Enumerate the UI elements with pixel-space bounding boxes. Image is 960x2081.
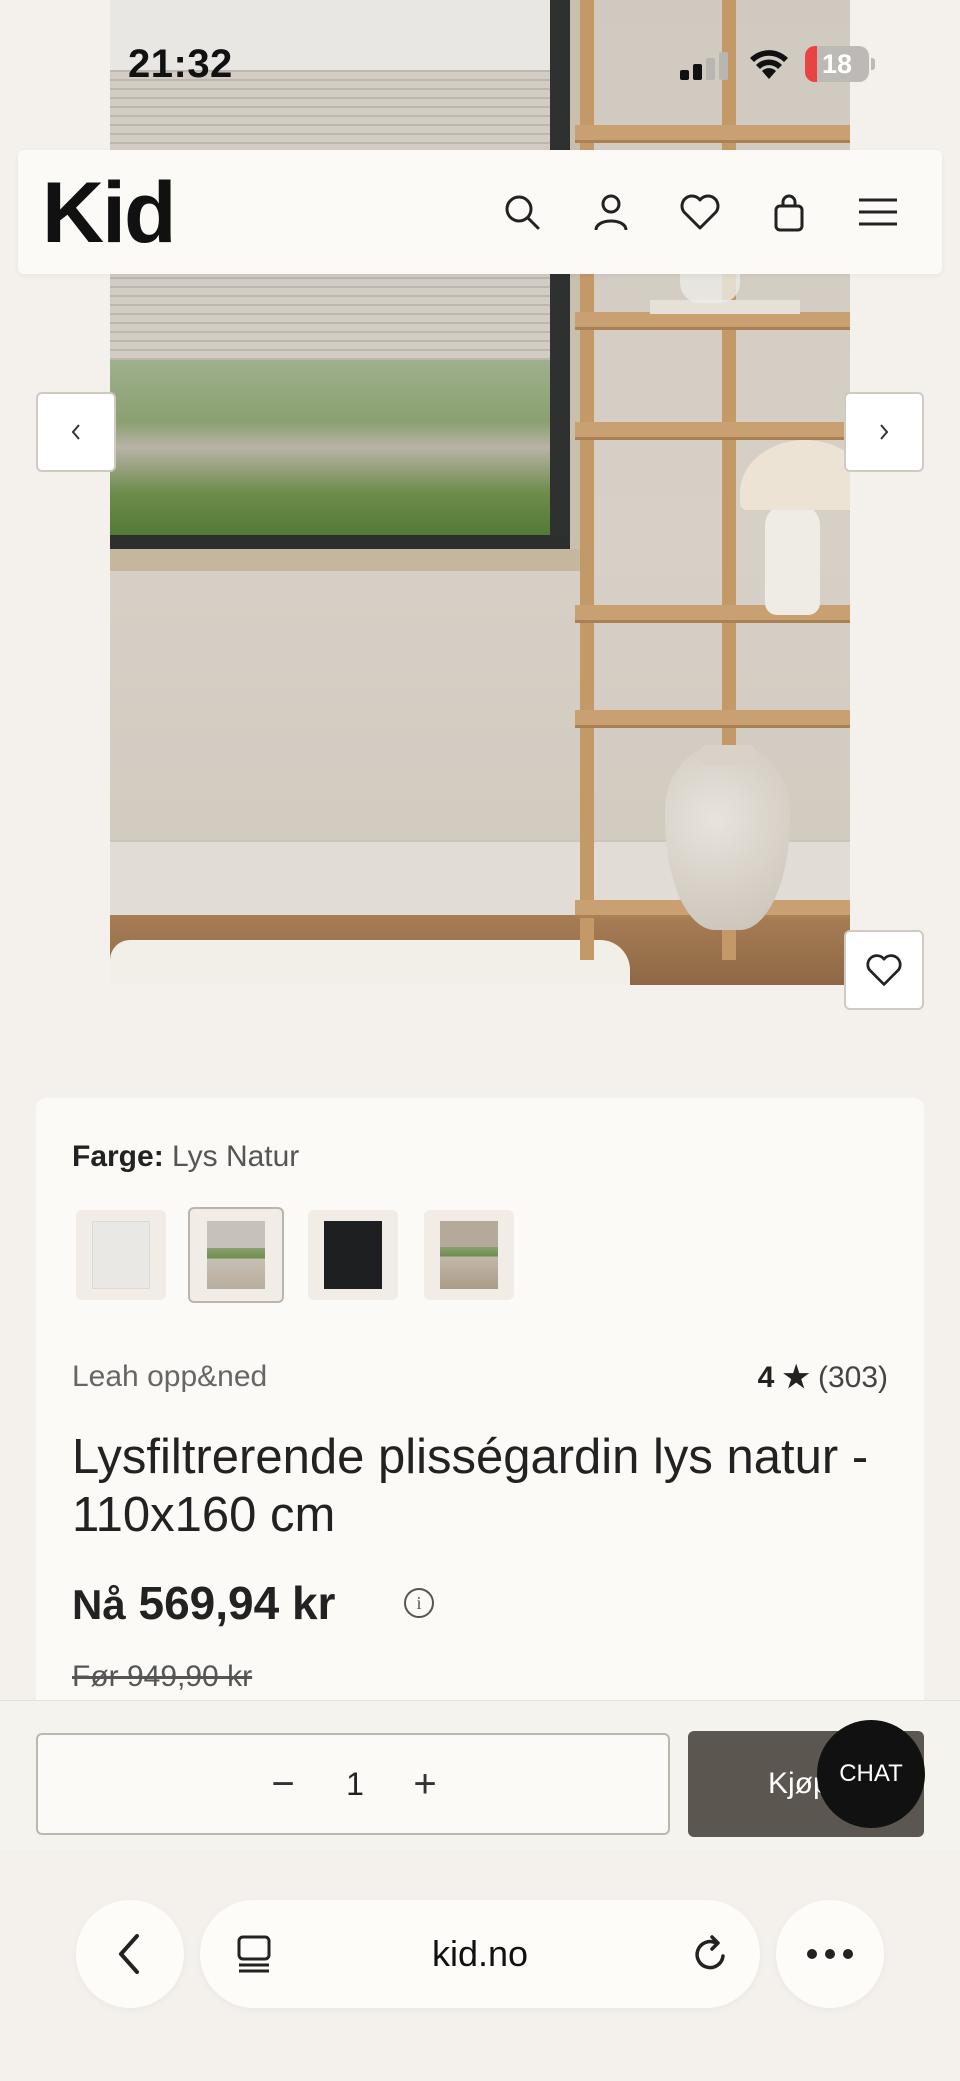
more-button[interactable]: [776, 1900, 884, 2008]
swatch-image: [440, 1221, 498, 1289]
quantity-value: 1: [346, 1766, 364, 1802]
color-swatch-lys-natur[interactable]: [188, 1207, 284, 1303]
heart-icon[interactable]: [676, 188, 724, 236]
product-title: Lysfiltrerende plisségardin lys natur - …: [72, 1430, 869, 1542]
vase: [665, 745, 790, 930]
price-value: 569,94 kr: [138, 1577, 336, 1629]
rating-value: 4: [757, 1361, 775, 1394]
url-text[interactable]: kid.no: [200, 1900, 760, 2008]
window-view: [110, 360, 550, 535]
chevron-left-icon: [71, 424, 80, 440]
back-button[interactable]: [76, 1900, 184, 2008]
old-price: Før 949,90 kr: [72, 1660, 253, 1693]
decrease-quantity-button[interactable]: −: [258, 1759, 308, 1809]
favorite-button[interactable]: [844, 930, 924, 1010]
increase-quantity-button[interactable]: +: [400, 1759, 450, 1809]
account-icon[interactable]: [587, 188, 635, 236]
shelf: [575, 312, 850, 330]
window-bottom-frame: [110, 535, 570, 549]
buy-bar: − 1 + Kjøp: [0, 1700, 960, 1850]
swatch-image: [207, 1221, 265, 1289]
rating[interactable]: 4 ★ (303): [758, 1360, 888, 1395]
next-image-button[interactable]: [844, 392, 924, 472]
swatch-image: [92, 1221, 150, 1289]
shelf: [575, 710, 850, 728]
more-icon: [807, 1949, 853, 1959]
rating-count: (303): [817, 1361, 888, 1394]
status-bar: 21:32 18: [0, 0, 960, 130]
current-price: Nå 569,94 kr: [72, 1576, 335, 1630]
search-icon[interactable]: [498, 188, 546, 236]
logo[interactable]: Kid: [42, 168, 177, 258]
browser-toolbar: kid.no: [0, 1850, 960, 2081]
chevron-right-icon: [880, 424, 889, 440]
brand-name[interactable]: Leah opp&ned: [72, 1360, 267, 1394]
shelf: [575, 422, 850, 440]
color-swatch-natur[interactable]: [424, 1210, 514, 1300]
battery-icon: 18: [805, 46, 875, 82]
star-icon: ★: [782, 1361, 810, 1394]
chat-button[interactable]: CHAT: [817, 1720, 925, 1828]
heart-icon: [866, 954, 902, 986]
battery-level: 18: [821, 49, 853, 79]
site-header: Kid: [18, 150, 942, 274]
product-image[interactable]: [110, 0, 850, 985]
back-icon: [119, 1934, 139, 1974]
menu-icon[interactable]: [854, 188, 902, 236]
color-selection-label: Farge: Lys Natur: [72, 1140, 299, 1174]
price-prefix: Nå: [72, 1581, 126, 1628]
status-time: 21:32: [128, 42, 233, 86]
color-label: Farge:: [72, 1140, 164, 1173]
wifi-icon: [748, 46, 790, 80]
color-value: Lys Natur: [172, 1140, 300, 1173]
color-swatch-white[interactable]: [76, 1210, 166, 1300]
vase-neck: [700, 745, 755, 765]
lamp-base: [765, 505, 820, 615]
signal-icon: [680, 50, 732, 80]
quantity-stepper: − 1 +: [36, 1733, 670, 1835]
shelf-post: [580, 0, 594, 960]
swatch-image: [324, 1221, 382, 1289]
bag-icon[interactable]: [765, 188, 813, 236]
prev-image-button[interactable]: [36, 392, 116, 472]
info-icon[interactable]: i: [404, 1588, 434, 1618]
window-sill: [110, 549, 585, 571]
color-swatch-black[interactable]: [308, 1210, 398, 1300]
rug: [110, 940, 630, 985]
address-bar[interactable]: kid.no: [200, 1900, 760, 2008]
reload-icon[interactable]: [686, 1930, 734, 1978]
